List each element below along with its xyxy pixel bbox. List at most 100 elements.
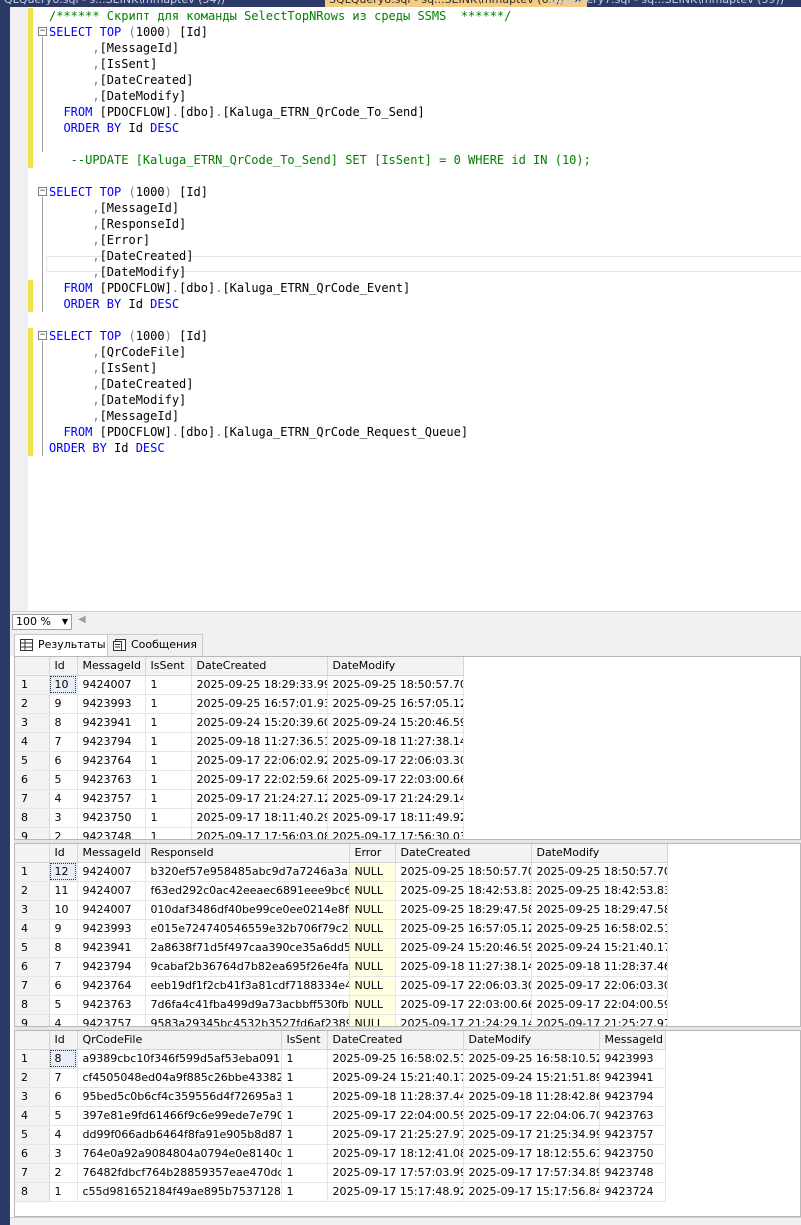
table-row[interactable]: 6 7 9423794 9cabaf2b36764d7b82ea695f26e4fac… xyxy=(15,957,668,977)
column-header[interactable]: IsSent xyxy=(281,1031,328,1050)
table-cell[interactable]: 9423993 xyxy=(599,1049,666,1069)
column-header[interactable]: Id xyxy=(49,1031,78,1050)
table-cell[interactable]: 2025-09-24 15:21:40.177 xyxy=(531,938,668,958)
table-cell[interactable]: 9423993 xyxy=(77,919,146,939)
table-cell[interactable]: NULL xyxy=(349,976,396,996)
table-cell[interactable]: 2025-09-17 17:57:34.893 xyxy=(463,1163,600,1183)
table-cell[interactable]: NULL xyxy=(349,919,396,939)
column-header[interactable]: MessageId xyxy=(599,1031,666,1050)
scroll-left-icon[interactable]: ◀ xyxy=(78,614,86,625)
row-number[interactable]: 5 xyxy=(15,938,50,958)
row-number[interactable]: 6 xyxy=(15,957,50,977)
row-number[interactable]: 1 xyxy=(15,862,50,882)
table-cell[interactable]: 010daf3486df40be99ce0ee0214e8fed xyxy=(145,900,350,920)
table-cell[interactable]: 4 xyxy=(49,1125,78,1145)
table-row[interactable]: 1 10 9424007 1 2025-09-25 18:29:33.990 2025-0… xyxy=(15,675,464,695)
table-cell[interactable]: 4 xyxy=(49,1014,78,1026)
table-cell[interactable]: 9423941 xyxy=(77,713,146,733)
table-cell[interactable]: 2025-09-17 21:24:27.127 xyxy=(191,789,328,809)
table-cell[interactable]: 1 xyxy=(281,1163,328,1183)
table-row[interactable]: 3 10 9424007 010daf3486df40be99ce0ee0214e8f… xyxy=(15,900,668,920)
row-number[interactable]: 7 xyxy=(15,1163,50,1183)
table-cell[interactable]: eeb19df1f2cb41f3a81cdf7188334e49 xyxy=(145,976,350,996)
table-cell[interactable]: 2a8638f71d5f497caa390ce35a6dd532 xyxy=(145,938,350,958)
table-cell[interactable]: 8 xyxy=(49,713,78,733)
table-cell[interactable]: 9423764 xyxy=(77,976,146,996)
table-row[interactable]: 5 6 9423764 1 2025-09-17 22:06:02.927 2025-09… xyxy=(15,751,464,771)
table-row[interactable]: 8 1 c55d981652184f49ae895b75371283... 1 2025… xyxy=(15,1182,666,1202)
table-cell[interactable]: 9423724 xyxy=(599,1182,666,1202)
collapse-icon[interactable]: − xyxy=(38,331,47,340)
table-cell[interactable]: 2025-09-17 15:17:56.840 xyxy=(463,1182,600,1202)
corner-cell[interactable] xyxy=(15,657,50,676)
table-cell[interactable]: 2025-09-17 18:11:49.920 xyxy=(327,808,464,828)
table-cell[interactable]: 1 xyxy=(281,1182,328,1202)
column-header[interactable]: ResponseId xyxy=(145,844,350,863)
table-row[interactable]: 7 4 9423757 1 2025-09-17 21:24:27.127 2025-09… xyxy=(15,789,464,809)
table-cell[interactable]: 2025-09-17 21:25:27.977 xyxy=(327,1125,464,1145)
row-number[interactable]: 4 xyxy=(15,1106,50,1126)
table-row[interactable]: 2 7 cf4505048ed04a9f885c26bbe4338236 1 2025-… xyxy=(15,1068,666,1088)
row-number[interactable]: 5 xyxy=(15,1125,50,1145)
table-cell[interactable]: NULL xyxy=(349,881,396,901)
table-cell[interactable]: 2025-09-17 18:12:55.617 xyxy=(463,1144,600,1164)
table-cell[interactable]: 1 xyxy=(145,789,192,809)
table-cell[interactable]: 9423750 xyxy=(77,808,146,828)
table-row[interactable]: 7 2 76482fdbcf764b28859357eae470dd4e 1 2025-… xyxy=(15,1163,666,1183)
row-number[interactable]: 5 xyxy=(15,751,50,771)
table-cell[interactable]: 8 xyxy=(49,1049,78,1069)
corner-cell[interactable] xyxy=(15,1031,50,1050)
table-cell[interactable]: 2025-09-24 15:20:46.597 xyxy=(327,713,464,733)
table-cell[interactable]: 5 xyxy=(49,770,78,790)
table-cell[interactable]: 9423763 xyxy=(77,995,146,1015)
table-row[interactable]: 2 9 9423993 1 2025-09-25 16:57:01.930 2025-09… xyxy=(15,694,464,714)
table-cell[interactable]: 2025-09-24 15:20:46.593 xyxy=(395,938,532,958)
table-row[interactable]: 2 11 9424007 f63ed292c0ac42eeaec6891eee9bc6… xyxy=(15,881,668,901)
table-row[interactable]: 4 7 9423794 1 2025-09-18 11:27:36.513 2025-09… xyxy=(15,732,464,752)
table-cell[interactable]: 9423764 xyxy=(77,751,146,771)
table-cell[interactable]: 1 xyxy=(145,770,192,790)
table-cell[interactable]: 9424007 xyxy=(77,900,146,920)
table-cell[interactable]: 76482fdbcf764b28859357eae470dd4e xyxy=(77,1163,282,1183)
table-cell[interactable]: 2025-09-25 18:50:57.707 xyxy=(531,862,668,882)
row-number[interactable]: 1 xyxy=(15,675,50,695)
table-cell[interactable]: 397e81e9fd61466f9c6e99ede7e79067 xyxy=(77,1106,282,1126)
collapse-icon[interactable]: − xyxy=(38,187,47,196)
table-cell[interactable]: 9cabaf2b36764d7b82ea695f26e4fac6 xyxy=(145,957,350,977)
table-cell[interactable]: 6 xyxy=(49,976,78,996)
table-cell[interactable]: 1 xyxy=(281,1049,328,1069)
table-cell[interactable]: 2025-09-17 17:57:03.990 xyxy=(327,1163,464,1183)
table-cell[interactable]: 12 xyxy=(49,862,78,882)
table-cell[interactable]: 10 xyxy=(49,675,78,695)
table-cell[interactable]: NULL xyxy=(349,938,396,958)
table-cell[interactable]: e015e724740546559e32b706f79c2b81 xyxy=(145,919,350,939)
table-cell[interactable]: 2025-09-18 11:27:36.513 xyxy=(191,732,328,752)
table-cell[interactable]: cf4505048ed04a9f885c26bbe4338236 xyxy=(77,1068,282,1088)
table-row[interactable]: 4 9 9423993 e015e724740546559e32b706f79c2b8… xyxy=(15,919,668,939)
table-cell[interactable]: 2025-09-17 15:17:48.920 xyxy=(327,1182,464,1202)
table-cell[interactable]: 9423748 xyxy=(77,827,146,839)
table-cell[interactable]: 2025-09-24 15:21:51.897 xyxy=(463,1068,600,1088)
table-cell[interactable]: 1 xyxy=(281,1106,328,1126)
table-cell[interactable]: 764e0a92a9084804a0794e0e8140d... xyxy=(77,1144,282,1164)
row-number[interactable]: 8 xyxy=(15,1182,50,1202)
table-cell[interactable]: NULL xyxy=(349,900,396,920)
row-number[interactable]: 4 xyxy=(15,919,50,939)
table-cell[interactable]: 2025-09-17 22:06:02.927 xyxy=(191,751,328,771)
zoom-dropdown[interactable]: 100 % ▼ xyxy=(12,614,72,630)
collapse-icon[interactable]: − xyxy=(38,27,47,36)
table-row[interactable]: 4 5 397e81e9fd61466f9c6e99ede7e79067 1 2025-… xyxy=(15,1106,666,1126)
column-header[interactable]: DateModify xyxy=(531,844,668,863)
query-editor[interactable]: /****** Скрипт для команды SelectTopNRow… xyxy=(28,7,801,611)
table-cell[interactable]: 2025-09-17 21:25:27.977 xyxy=(531,1014,668,1026)
row-number[interactable]: 1 xyxy=(15,1049,50,1069)
row-number[interactable]: 3 xyxy=(15,900,50,920)
table-cell[interactable]: 1 xyxy=(281,1068,328,1088)
table-cell[interactable]: 8 xyxy=(49,938,78,958)
table-cell[interactable]: 3 xyxy=(49,1144,78,1164)
table-row[interactable]: 9 4 9423757 9583a29345bc4532b3527fd6af23894… xyxy=(15,1014,668,1026)
table-cell[interactable]: 95bed5c0b6cf4c359556d4f72695a303 xyxy=(77,1087,282,1107)
table-row[interactable]: 8 5 9423763 7d6fa4c41fba499d9a73acbbff530fb… xyxy=(15,995,668,1015)
table-row[interactable]: 5 4 dd99f066adb6464f8fa91e905b8d87d8 1 2025-… xyxy=(15,1125,666,1145)
column-header[interactable]: DateModify xyxy=(327,657,464,676)
